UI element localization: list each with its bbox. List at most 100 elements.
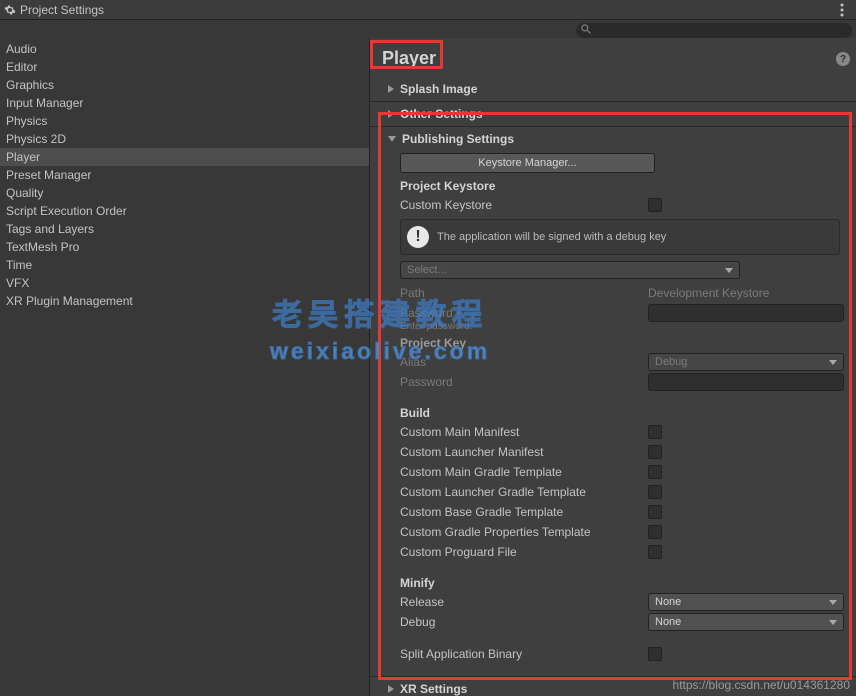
sidebar-item-textmesh-pro[interactable]: TextMesh Pro <box>0 238 369 256</box>
section-splash-image[interactable]: Splash Image <box>388 79 848 99</box>
build-item-label: Custom Launcher Manifest <box>400 445 648 459</box>
dropdown-value: Select... <box>407 264 447 276</box>
build-item-label: Custom Main Manifest <box>400 425 648 439</box>
path-label: Path <box>400 286 648 300</box>
info-box: ! The application will be signed with a … <box>400 219 840 255</box>
foldout-icon <box>388 136 396 142</box>
sidebar-item-label: VFX <box>6 276 29 290</box>
info-icon: ! <box>407 226 429 248</box>
sidebar-item-editor[interactable]: Editor <box>0 58 369 76</box>
sidebar-item-label: XR Plugin Management <box>6 294 133 308</box>
build-label: Build <box>400 406 844 420</box>
build-item-label: Custom Gradle Properties Template <box>400 525 648 539</box>
chevron-down-icon <box>725 268 733 273</box>
path-value: Development Keystore <box>648 286 769 300</box>
foldout-icon <box>388 110 394 118</box>
custom-base-gradle-template-checkbox[interactable] <box>648 505 662 519</box>
sidebar-item-label: Physics 2D <box>6 132 66 146</box>
split-application-binary-checkbox[interactable] <box>648 647 662 661</box>
alias-label: Alias <box>400 355 648 369</box>
page-title: Player <box>370 38 856 77</box>
custom-proguard-file-checkbox[interactable] <box>648 545 662 559</box>
sidebar-item-label: Audio <box>6 42 37 56</box>
sidebar-item-label: Input Manager <box>6 96 83 110</box>
sidebar-item-xr-plugin-management[interactable]: XR Plugin Management <box>0 292 369 310</box>
window-menu-button[interactable] <box>834 2 850 18</box>
dropdown-value: None <box>655 616 681 628</box>
sidebar-item-script-execution-order[interactable]: Script Execution Order <box>0 202 369 220</box>
build-item-label: Custom Proguard File <box>400 545 648 559</box>
search-input[interactable] <box>576 23 852 38</box>
custom-gradle-properties-template-checkbox[interactable] <box>648 525 662 539</box>
chevron-down-icon <box>829 360 837 365</box>
sidebar-item-label: TextMesh Pro <box>6 240 79 254</box>
build-item-label: Custom Base Gradle Template <box>400 505 648 519</box>
info-text: The application will be signed with a de… <box>437 231 666 243</box>
chevron-down-icon <box>829 620 837 625</box>
sidebar-item-audio[interactable]: Audio <box>0 40 369 58</box>
custom-launcher-manifest-checkbox[interactable] <box>648 445 662 459</box>
section-label: Publishing Settings <box>402 132 514 146</box>
keystore-password-label: Password <box>400 306 648 320</box>
dropdown-value: Debug <box>655 356 687 368</box>
build-item-label: Custom Launcher Gradle Template <box>400 485 648 499</box>
foldout-icon <box>388 85 394 93</box>
key-password-input[interactable] <box>648 373 844 391</box>
custom-launcher-gradle-template-checkbox[interactable] <box>648 485 662 499</box>
sidebar-item-time[interactable]: Time <box>0 256 369 274</box>
content-panel: Player ? Splash Image Other Settings Pub… <box>370 38 856 696</box>
sidebar-item-label: Quality <box>6 186 43 200</box>
project-keystore-label: Project Keystore <box>400 179 844 193</box>
project-key-label: Project Key <box>400 336 844 350</box>
release-dropdown[interactable]: None <box>648 593 844 611</box>
help-icon[interactable]: ? <box>836 52 850 66</box>
debug-dropdown[interactable]: None <box>648 613 844 631</box>
chevron-down-icon <box>829 600 837 605</box>
settings-sidebar: Audio Editor Graphics Input Manager Phys… <box>0 38 370 696</box>
section-other-settings[interactable]: Other Settings <box>388 104 848 124</box>
sidebar-item-label: Script Execution Order <box>6 204 127 218</box>
sidebar-item-graphics[interactable]: Graphics <box>0 76 369 94</box>
sidebar-item-physics[interactable]: Physics <box>0 112 369 130</box>
titlebar: Project Settings <box>0 0 856 20</box>
custom-keystore-checkbox[interactable] <box>648 198 662 212</box>
search-icon <box>580 23 592 35</box>
sidebar-item-quality[interactable]: Quality <box>0 184 369 202</box>
sidebar-item-label: Preset Manager <box>6 168 91 182</box>
custom-keystore-label: Custom Keystore <box>400 198 648 212</box>
sidebar-item-label: Tags and Layers <box>6 222 94 236</box>
window-title: Project Settings <box>20 3 104 17</box>
sidebar-item-input-manager[interactable]: Input Manager <box>0 94 369 112</box>
sidebar-item-preset-manager[interactable]: Preset Manager <box>0 166 369 184</box>
split-application-binary-label: Split Application Binary <box>400 647 648 661</box>
section-label: Splash Image <box>400 82 477 96</box>
kebab-icon <box>840 3 844 17</box>
sidebar-item-player[interactable]: Player <box>0 148 369 166</box>
custom-main-gradle-template-checkbox[interactable] <box>648 465 662 479</box>
keystore-manager-button[interactable]: Keystore Manager... <box>400 153 655 173</box>
foldout-icon <box>388 685 394 693</box>
section-publishing-settings[interactable]: Publishing Settings <box>388 129 848 149</box>
sidebar-item-label: Player <box>6 150 40 164</box>
dropdown-value: None <box>655 596 681 608</box>
release-label: Release <box>400 595 648 609</box>
key-password-label: Password <box>400 375 648 389</box>
section-label: Other Settings <box>400 107 483 121</box>
alias-dropdown[interactable]: Debug <box>648 353 844 371</box>
build-item-label: Custom Main Gradle Template <box>400 465 648 479</box>
sidebar-item-physics-2d[interactable]: Physics 2D <box>0 130 369 148</box>
sidebar-item-label: Physics <box>6 114 47 128</box>
keystore-password-input[interactable] <box>648 304 844 322</box>
searchbar <box>0 20 856 38</box>
sidebar-item-tags-and-layers[interactable]: Tags and Layers <box>0 220 369 238</box>
footer-url: https://blog.csdn.net/u014361280 <box>673 678 850 692</box>
minify-label: Minify <box>400 576 844 590</box>
section-label: XR Settings <box>400 682 467 696</box>
gear-icon <box>4 4 16 16</box>
custom-main-manifest-checkbox[interactable] <box>648 425 662 439</box>
sidebar-item-vfx[interactable]: VFX <box>0 274 369 292</box>
sidebar-item-label: Editor <box>6 60 37 74</box>
sidebar-item-label: Time <box>6 258 32 272</box>
keystore-select-dropdown[interactable]: Select... <box>400 261 740 279</box>
sidebar-item-label: Graphics <box>6 78 54 92</box>
